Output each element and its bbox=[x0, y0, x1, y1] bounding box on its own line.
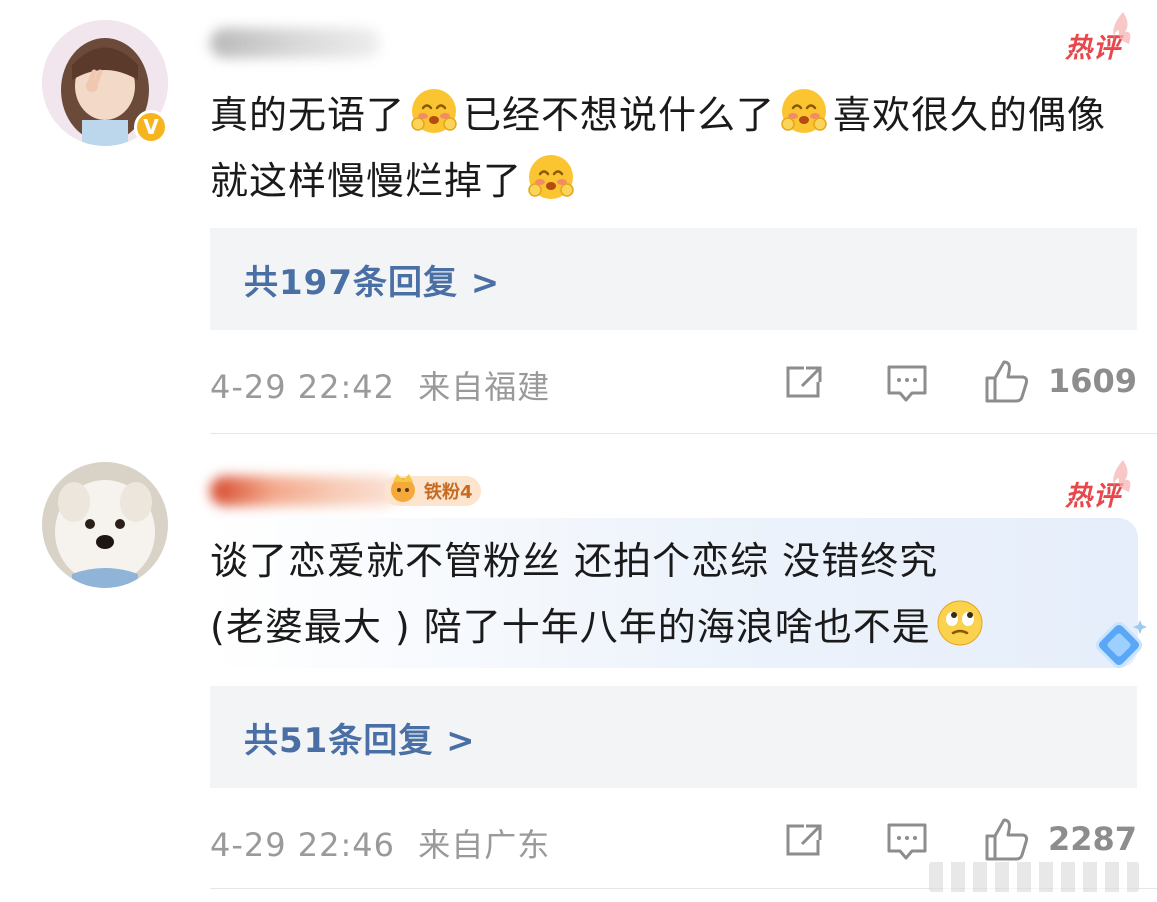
username-blurred[interactable] bbox=[210, 476, 400, 506]
comment-divider bbox=[210, 433, 1157, 434]
like-thumb-icon[interactable] bbox=[984, 358, 1030, 404]
username-blurred[interactable] bbox=[210, 28, 380, 58]
comment-text: 谈了恋爱就不管粉丝 还拍个恋综 没错终究 (老婆最大 ) 陪了十年八年的海浪啥也… bbox=[210, 528, 1130, 660]
location: 来自广东 bbox=[418, 826, 551, 864]
flame-icon bbox=[1113, 460, 1131, 492]
blushing-emoji-icon bbox=[528, 155, 574, 199]
fan-level-badge: 铁粉4 bbox=[384, 474, 481, 506]
user-avatar[interactable] bbox=[42, 462, 168, 588]
crown-icon bbox=[391, 474, 415, 502]
share-icon[interactable] bbox=[784, 822, 824, 858]
view-replies-link[interactable]: 共197条回复 > bbox=[210, 228, 1137, 330]
location: 来自福建 bbox=[418, 368, 551, 406]
comment-meta: 4-29 22:42 来自福建 bbox=[210, 362, 550, 408]
comment-icon[interactable] bbox=[886, 822, 928, 862]
comment-meta: 4-29 22:46 来自广东 bbox=[210, 820, 550, 866]
diamond-decoration-icon bbox=[1095, 620, 1147, 669]
like-count: 1609 bbox=[1048, 362, 1138, 400]
share-icon[interactable] bbox=[784, 364, 824, 400]
blushing-emoji-icon bbox=[781, 89, 827, 133]
comment-icon[interactable] bbox=[886, 364, 928, 404]
blushing-emoji-icon bbox=[411, 89, 457, 133]
view-replies-link[interactable]: 共51条回复 > bbox=[210, 686, 1137, 788]
timestamp: 4-29 22:42 bbox=[210, 368, 396, 406]
like-thumb-icon[interactable] bbox=[984, 816, 1030, 862]
comment-text: 真的无语了 已经不想说什么了 喜欢很久的偶像就这样慢慢烂掉了 bbox=[210, 82, 1130, 214]
like-count: 2287 bbox=[1048, 820, 1138, 858]
comment-1: V 热评 真的无语了 已经不想说什么了 喜欢很久的偶像就这样慢慢烂掉了 共197条回… bbox=[0, 0, 1157, 440]
flame-icon bbox=[1113, 12, 1131, 44]
watermark bbox=[929, 862, 1139, 892]
eye-roll-emoji-icon bbox=[937, 600, 983, 646]
timestamp: 4-29 22:46 bbox=[210, 826, 396, 864]
verified-badge-icon: V bbox=[134, 110, 168, 144]
comment-2: 铁粉4 热评 谈了恋爱就不管粉丝 还拍个恋综 没错终究 (老婆最大 ) 陪了十年… bbox=[0, 440, 1157, 902]
